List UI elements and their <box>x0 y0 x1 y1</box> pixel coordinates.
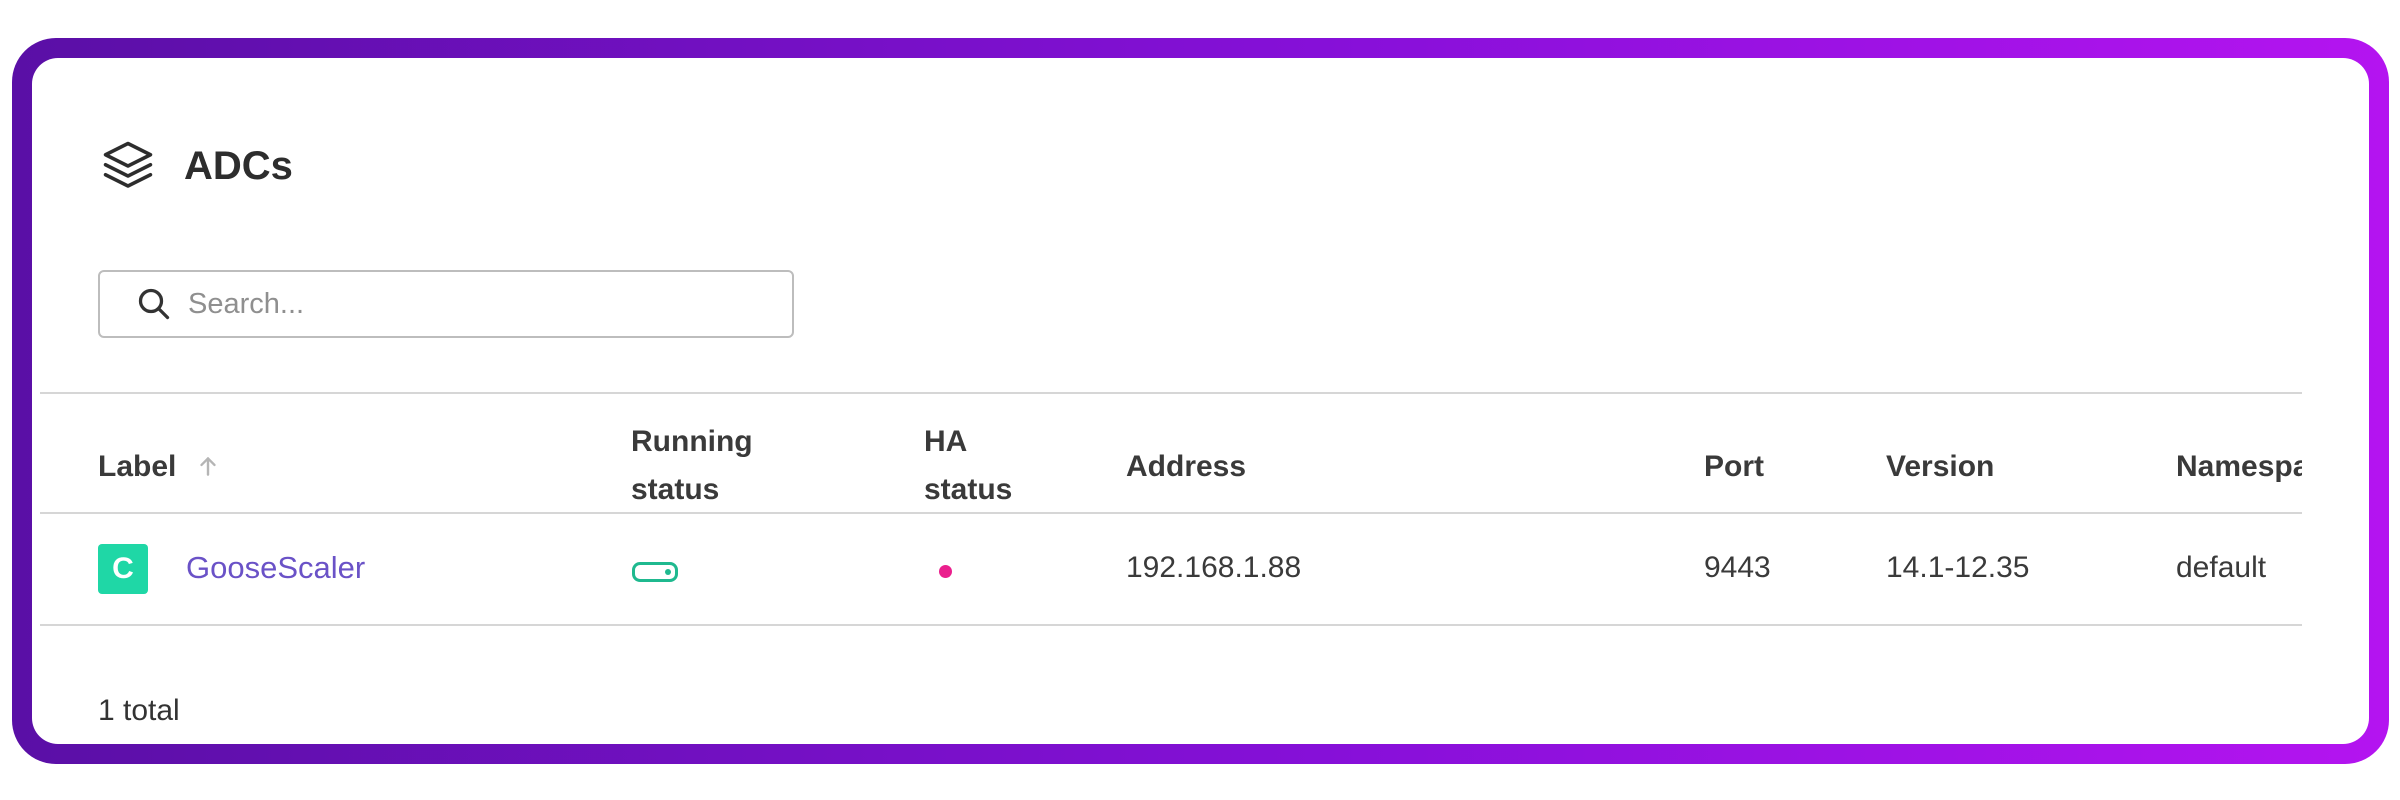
adc-type-badge: C <box>98 544 148 594</box>
column-header-version[interactable]: Version <box>1886 443 1994 491</box>
search-box[interactable] <box>98 270 794 338</box>
column-header-running-status[interactable]: Running status <box>631 418 753 514</box>
adc-version: 14.1-12.35 <box>1886 551 2030 584</box>
column-header-address[interactable]: Address <box>1126 443 1246 491</box>
search-input[interactable] <box>186 286 750 322</box>
adc-namespace: default <box>2176 551 2267 584</box>
adc-port: 9443 <box>1704 551 1771 584</box>
adc-label-link[interactable]: GooseScaler <box>186 550 365 586</box>
adcs-card: ADCs Label Running status HA status Addr… <box>32 58 2369 744</box>
running-status-icon <box>632 562 678 582</box>
column-header-namespace[interactable]: Namespac <box>2176 443 2302 491</box>
page-title: ADCs <box>184 143 293 188</box>
ha-status-dot-icon <box>939 565 952 578</box>
total-count: 1 total <box>98 694 180 727</box>
page-header: ADCs <box>98 136 293 196</box>
column-header-port[interactable]: Port <box>1704 443 1764 491</box>
table-header-divider <box>40 512 2302 514</box>
adc-address: 192.168.1.88 <box>1126 551 1302 584</box>
column-header-ha-status[interactable]: HA status <box>924 418 1012 514</box>
column-header-label[interactable]: Label <box>98 443 221 491</box>
search-icon <box>138 288 170 320</box>
layers-icon <box>103 141 153 188</box>
sort-ascending-icon[interactable] <box>195 453 221 479</box>
table-top-divider <box>40 392 2302 394</box>
table-bottom-divider <box>40 624 2302 626</box>
gradient-frame: ADCs Label Running status HA status Addr… <box>12 38 2389 764</box>
